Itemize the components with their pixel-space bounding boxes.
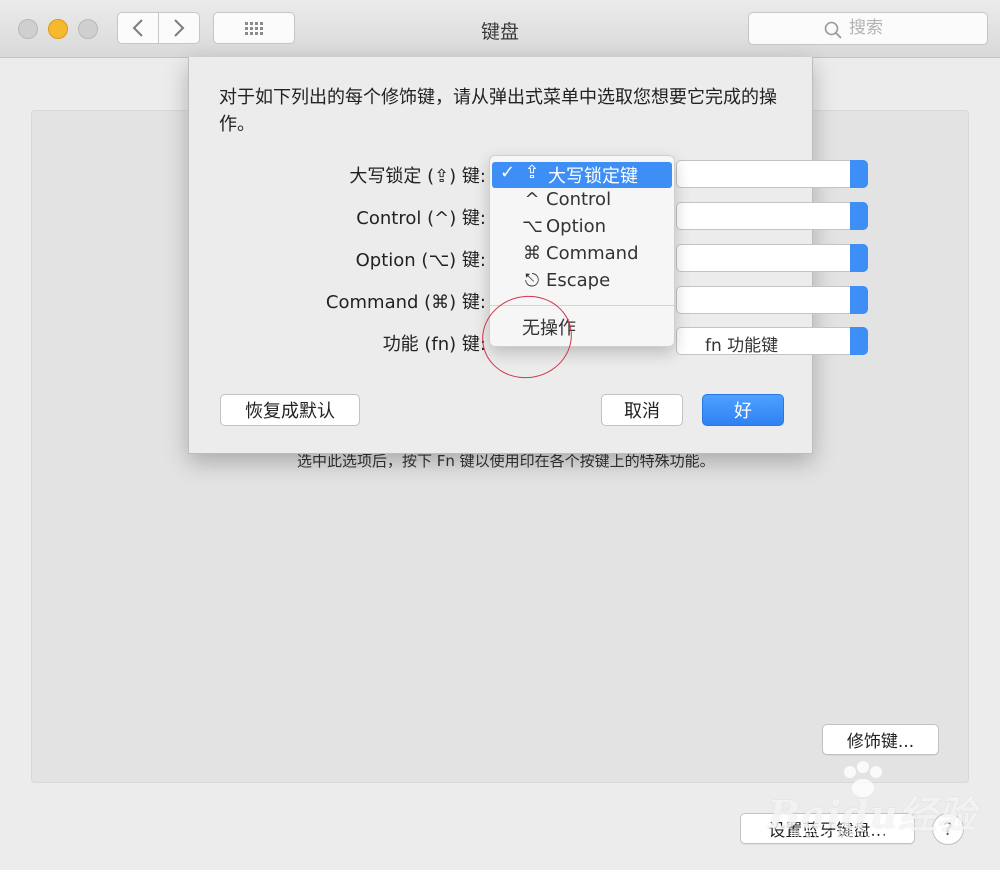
menu-item-caps-lock[interactable]: ✓ ⇪ 大写锁定键: [492, 162, 672, 188]
menu-item-option[interactable]: ⌥ Option: [492, 216, 672, 242]
question-mark-icon: ?: [943, 818, 953, 840]
option-label: Option (⌥) 键:: [355, 250, 486, 271]
escape-key-icon: ⎋: [524, 270, 540, 291]
help-button[interactable]: ?: [932, 813, 964, 845]
search-field[interactable]: [748, 12, 988, 45]
menu-item-label: Control: [546, 189, 612, 210]
popup-arrow-icon: [850, 202, 868, 230]
cancel-button[interactable]: 取消: [601, 394, 683, 426]
caps-lock-label: 大写锁定 (⇪) 键:: [349, 166, 486, 187]
ok-button[interactable]: 好: [702, 394, 784, 426]
command-key-icon: ⌘: [523, 243, 541, 264]
function-popup[interactable]: fn 功能键: [676, 327, 868, 356]
popup-arrow-icon: [850, 327, 868, 355]
menu-item-escape[interactable]: ⎋ Escape: [492, 270, 672, 296]
menu-item-control[interactable]: ^ Control: [492, 189, 672, 215]
popup-arrow-icon: [850, 286, 868, 314]
menu-item-label: Command: [546, 243, 639, 264]
function-label: 功能 (fn) 键:: [382, 334, 486, 355]
command-label: Command (⌘) 键:: [325, 292, 486, 313]
caps-lock-icon: ⇪: [524, 162, 540, 183]
function-popup-value: fn 功能键: [705, 336, 779, 356]
menu-item-label: Option: [546, 216, 607, 237]
option-popup[interactable]: [676, 244, 868, 272]
control-label: Control (^) 键:: [356, 208, 486, 229]
menu-item-label: Escape: [546, 270, 611, 291]
popup-arrow-icon: [850, 160, 868, 188]
checkmark-icon: ✓: [500, 162, 516, 183]
caps-lock-popup[interactable]: [676, 160, 868, 188]
popup-arrow-icon: [850, 244, 868, 272]
control-popup[interactable]: [676, 202, 868, 230]
option-key-icon: ⌥: [522, 216, 543, 237]
menu-item-command[interactable]: ⌘ Command: [492, 243, 672, 269]
search-input[interactable]: [849, 17, 969, 39]
search-icon: [824, 21, 842, 39]
setup-bluetooth-keyboard-button[interactable]: 设置蓝牙键盘...: [740, 813, 915, 844]
restore-defaults-button[interactable]: 恢复成默认: [220, 394, 360, 426]
menu-item-label: 大写锁定键: [548, 166, 638, 187]
sheet-description: 对于如下列出的每个修饰键，请从弹出式菜单中选取您想要它完成的操作。: [219, 87, 777, 135]
title-bar: 键盘: [0, 0, 1000, 58]
control-key-icon: ^: [524, 189, 540, 210]
command-popup[interactable]: [676, 286, 868, 314]
modifier-keys-button[interactable]: 修饰键...: [822, 724, 939, 755]
modifier-keys-sheet: 对于如下列出的每个修饰键，请从弹出式菜单中选取您想要它完成的操作。 大写锁定 (…: [188, 57, 868, 454]
